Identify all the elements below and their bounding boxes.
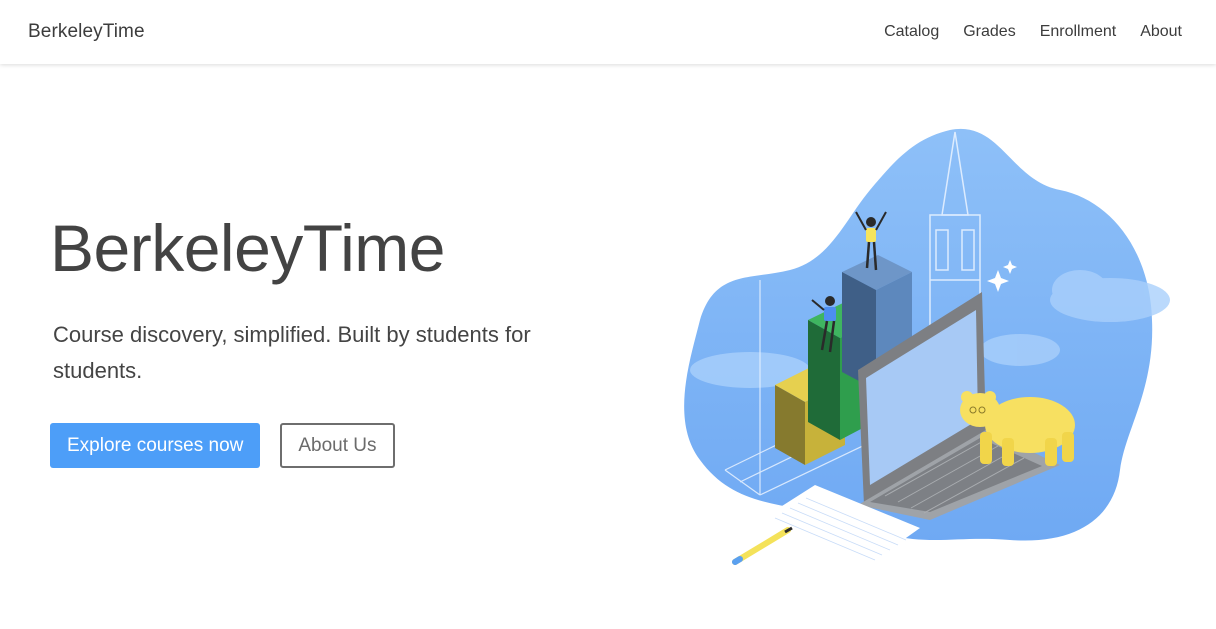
nav-links: Catalog Grades Enrollment About	[884, 23, 1182, 41]
hero-subtitle: Course discovery, simplified. Built by s…	[53, 322, 531, 383]
hero-buttons: Explore courses now About Us	[50, 423, 570, 468]
navbar: BerkeleyTime Catalog Grades Enrollment A…	[0, 0, 1216, 64]
nav-link-about[interactable]: About	[1140, 23, 1182, 41]
nav-link-catalog[interactable]: Catalog	[884, 23, 939, 41]
about-us-button[interactable]: About Us	[280, 423, 395, 468]
campus-chart-illustration	[680, 120, 1170, 580]
hero-title: BerkeleyTime	[50, 211, 446, 285]
explore-courses-button[interactable]: Explore courses now	[50, 423, 261, 468]
nav-link-grades[interactable]: Grades	[963, 23, 1015, 41]
pencil	[732, 526, 793, 565]
brand-logo[interactable]: BerkeleyTime	[28, 21, 145, 43]
nav-link-enrollment[interactable]: Enrollment	[1040, 23, 1116, 41]
hero-section: BerkeleyTime Course discovery, simplifie…	[50, 205, 570, 468]
